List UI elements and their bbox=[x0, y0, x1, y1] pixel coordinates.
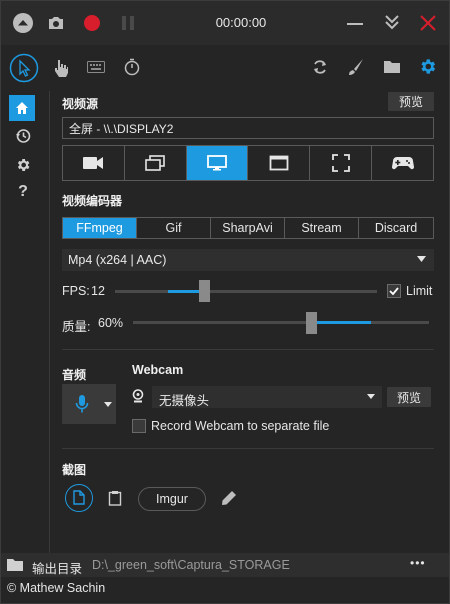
settings-gear-icon[interactable] bbox=[418, 57, 437, 76]
quality-slider-fill bbox=[310, 321, 371, 324]
file-icon bbox=[73, 490, 85, 505]
refresh-icon[interactable] bbox=[311, 58, 329, 76]
title-bar: 00:00:00 bbox=[1, 1, 449, 45]
audio-source-button[interactable] bbox=[62, 384, 116, 424]
fps-slider-track[interactable] bbox=[115, 290, 377, 293]
tab-sharpavi[interactable]: SharpAvi bbox=[211, 218, 285, 238]
clicks-hand-icon[interactable] bbox=[53, 59, 69, 77]
folder-icon[interactable] bbox=[7, 558, 23, 571]
history-icon bbox=[16, 129, 31, 143]
webcam-dropdown[interactable]: 无摄像头 bbox=[152, 386, 382, 408]
more-options-button[interactable]: ••• bbox=[410, 556, 426, 570]
keystrokes-keyboard-icon[interactable] bbox=[87, 61, 105, 73]
limit-checkbox[interactable] bbox=[387, 284, 401, 298]
collapse-icon[interactable] bbox=[12, 12, 34, 34]
mode-screen[interactable] bbox=[186, 146, 249, 180]
divider bbox=[62, 448, 434, 449]
codec-dropdown[interactable]: Mp4 (x264 | AAC) bbox=[62, 249, 434, 271]
video-encoder-header: 视频编码器 bbox=[62, 194, 123, 208]
pause-icon[interactable] bbox=[121, 15, 135, 31]
chevron-down-icon bbox=[367, 394, 375, 399]
fps-value: 12 bbox=[91, 284, 105, 298]
edit-pencil-icon[interactable] bbox=[221, 490, 237, 506]
clipboard-icon[interactable] bbox=[108, 490, 122, 506]
minimize-icon[interactable] bbox=[346, 15, 364, 31]
app-window: 00:00:00 ? 视频源 预览 全屏 - \\.\DISPLAY2 视频编码… bbox=[0, 0, 450, 604]
sidebar-item-settings[interactable] bbox=[15, 157, 31, 173]
webcam-header: Webcam bbox=[132, 363, 184, 377]
mode-game[interactable] bbox=[372, 146, 433, 180]
chevron-down-icon bbox=[417, 256, 426, 262]
record-button[interactable] bbox=[83, 14, 101, 32]
sidebar-item-about[interactable]: ? bbox=[15, 183, 31, 203]
region-icon bbox=[269, 155, 289, 171]
encoder-tabs: FFmpeg Gif SharpAvi Stream Discard bbox=[62, 217, 434, 239]
timer-stopwatch-icon[interactable] bbox=[123, 58, 141, 76]
webcam-preview-button[interactable]: 预览 bbox=[387, 387, 431, 407]
status-bar: 输出目录 D:\_green_soft\Captura_STORAGE ••• bbox=[1, 553, 449, 577]
source-preview-button[interactable]: 预览 bbox=[388, 92, 434, 111]
video-source-header: 视频源 bbox=[62, 97, 99, 111]
brush-icon[interactable] bbox=[347, 58, 365, 76]
recording-timer: 00:00:00 bbox=[215, 15, 267, 30]
tab-discard[interactable]: Discard bbox=[359, 218, 433, 238]
audio-header: 音频 bbox=[62, 368, 87, 382]
output-folder-path[interactable]: D:\_green_soft\Captura_STORAGE bbox=[92, 558, 290, 572]
tab-gif[interactable]: Gif bbox=[137, 218, 211, 238]
mode-webcam[interactable] bbox=[63, 146, 125, 180]
fps-label: FPS: bbox=[62, 284, 90, 298]
cursor-icon[interactable] bbox=[9, 53, 39, 83]
microphone-icon bbox=[75, 395, 89, 413]
fps-slider-thumb[interactable] bbox=[199, 280, 211, 302]
monitor-icon bbox=[207, 155, 227, 171]
credit-text: © Mathew Sachin bbox=[7, 581, 106, 595]
divider bbox=[62, 349, 434, 350]
mode-window[interactable] bbox=[125, 146, 187, 180]
window-icon bbox=[145, 155, 166, 171]
video-source-field[interactable]: 全屏 - \\.\DISPLAY2 bbox=[62, 117, 434, 139]
fullscreen-icon bbox=[331, 154, 350, 172]
quality-slider-thumb[interactable] bbox=[305, 312, 317, 334]
checkmark-icon bbox=[389, 287, 399, 296]
limit-label: Limit bbox=[406, 284, 433, 298]
chevron-down-double-icon[interactable] bbox=[383, 13, 401, 31]
sidebar: ? bbox=[1, 91, 49, 553]
webcam-value: 无摄像头 bbox=[159, 394, 210, 408]
output-folder-label: 输出目录 bbox=[32, 562, 83, 576]
camera-icon bbox=[83, 157, 104, 169]
gamepad-icon bbox=[391, 157, 414, 170]
tab-stream[interactable]: Stream bbox=[285, 218, 359, 238]
codec-value: Mp4 (x264 | AAC) bbox=[68, 253, 167, 267]
chevron-down-icon bbox=[104, 402, 112, 407]
separate-file-label: Record Webcam to separate file bbox=[151, 419, 330, 433]
screenshot-header: 截图 bbox=[62, 463, 87, 477]
folder-icon[interactable] bbox=[383, 59, 401, 74]
imgur-button[interactable]: Imgur bbox=[138, 487, 206, 511]
mode-region[interactable] bbox=[248, 146, 311, 180]
sidebar-divider bbox=[49, 91, 50, 553]
toolbar bbox=[1, 45, 449, 89]
footer: © Mathew Sachin bbox=[1, 577, 449, 603]
home-icon bbox=[16, 102, 28, 114]
webcam-icon bbox=[132, 389, 144, 403]
screenshot-camera-icon[interactable] bbox=[47, 15, 65, 31]
help-icon: ? bbox=[18, 183, 28, 200]
quality-value: 60% bbox=[98, 316, 124, 330]
quality-label: 质量: bbox=[62, 320, 91, 334]
tab-ffmpeg[interactable]: FFmpeg bbox=[63, 218, 137, 238]
quality-slider-track[interactable] bbox=[133, 321, 429, 324]
mode-fullscreen[interactable] bbox=[310, 146, 373, 180]
source-mode-selector bbox=[62, 145, 434, 181]
save-to-disk-button[interactable] bbox=[65, 484, 93, 512]
sidebar-item-home[interactable] bbox=[9, 95, 35, 121]
separate-file-checkbox[interactable] bbox=[132, 419, 146, 433]
sidebar-item-history[interactable] bbox=[15, 128, 31, 144]
close-icon[interactable] bbox=[419, 14, 437, 32]
gear-icon bbox=[17, 159, 30, 171]
